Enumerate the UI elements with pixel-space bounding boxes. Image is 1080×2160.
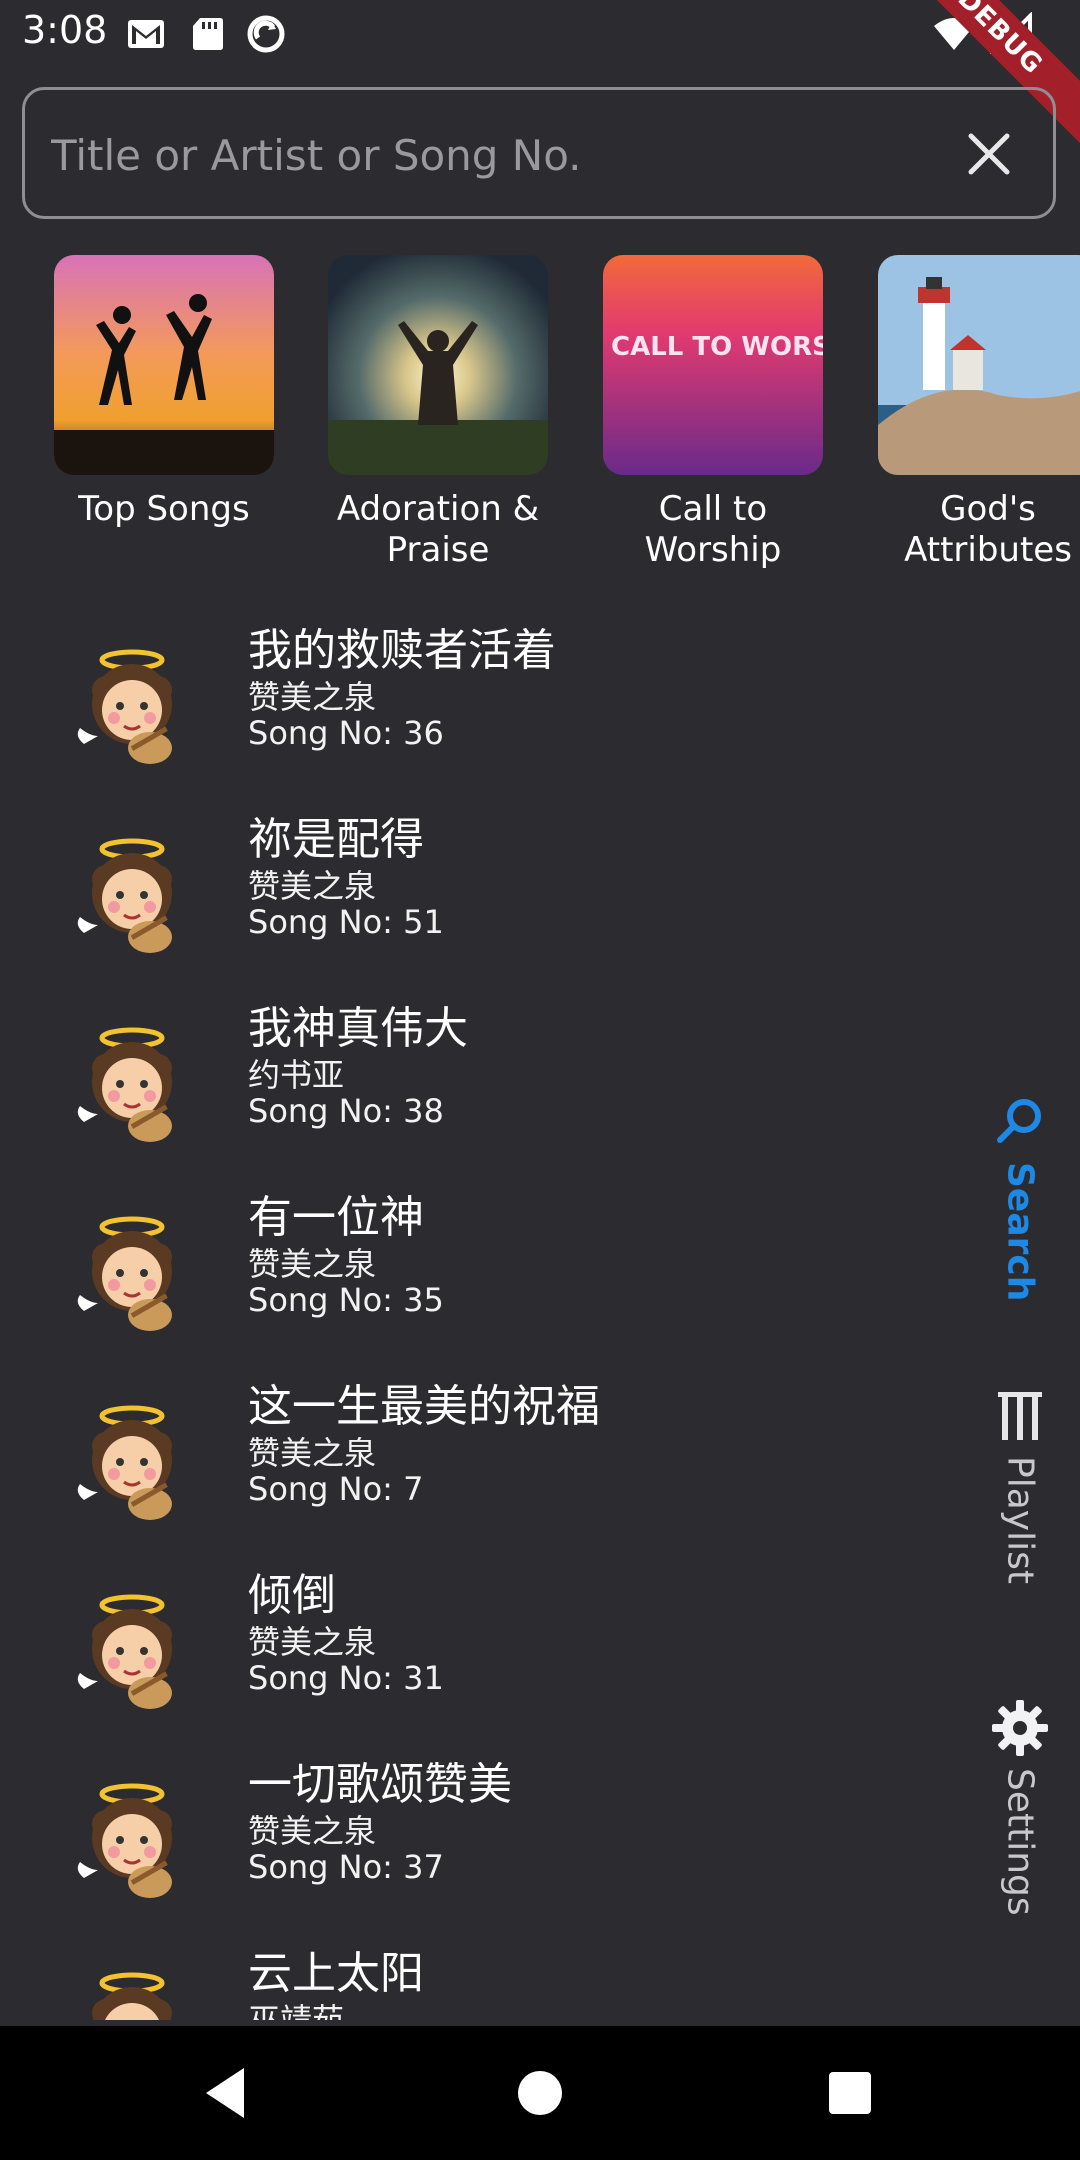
song-list-item[interactable]: 我神真伟大 约书亚 Song No: 38 <box>0 978 960 1166</box>
android-navigation-bar <box>0 2026 1080 2160</box>
category-image-adoration <box>328 255 548 475</box>
category-label: Adoration & Praise <box>336 489 540 570</box>
song-avatar <box>70 1963 200 2020</box>
song-list-item[interactable]: 祢是配得 赞美之泉 Song No: 51 <box>0 789 960 977</box>
song-title: 一切歌颂赞美 <box>248 1759 512 1810</box>
category-image-lighthouse <box>878 255 1080 475</box>
song-list-item[interactable]: 我的救赎者活着 赞美之泉 Song No: 36 <box>0 600 960 788</box>
song-artist: 赞美之泉 <box>248 1812 377 1850</box>
nav-label-playlist: Playlist <box>999 1456 1041 1584</box>
nav-item-settings[interactable]: Settings <box>960 1698 1080 1920</box>
nav-rail[interactable]: Search Playlist Settings <box>960 1060 1080 1960</box>
song-title: 云上太阳 <box>248 1948 424 1999</box>
clear-search-icon[interactable] <box>953 118 1025 190</box>
search-input[interactable] <box>49 118 953 192</box>
sd-card-icon <box>193 18 223 50</box>
search-icon <box>997 1099 1041 1143</box>
category-carousel[interactable]: Top Songs Adoration & Praise CALL TO WOR… <box>0 250 1080 580</box>
song-number: Song No: 31 <box>248 1659 444 1697</box>
song-artist: 赞美之泉 <box>248 678 377 716</box>
back-icon[interactable] <box>192 2058 262 2128</box>
song-list-item[interactable]: 这一生最美的祝福 赞美之泉 Song No: 7 <box>0 1356 960 1544</box>
category-art-text: THE CALL TO WORSHIP <box>603 332 823 362</box>
song-title: 祢是配得 <box>248 814 424 865</box>
song-avatar <box>70 1018 200 1148</box>
song-number: Song No: 51 <box>248 903 444 941</box>
song-artist: 巫靖茹 <box>248 2001 345 2020</box>
category-image-top-songs <box>54 255 274 475</box>
song-title: 这一生最美的祝福 <box>248 1381 600 1432</box>
song-artist: 赞美之泉 <box>248 1623 377 1661</box>
category-adoration-praise[interactable]: Adoration & Praise <box>318 250 558 571</box>
category-label: Call to Worship <box>644 489 782 570</box>
status-time: 3:08 <box>22 8 108 52</box>
song-title: 倾倒 <box>248 1570 336 1621</box>
playlist-icon <box>998 1392 1042 1440</box>
song-title: 我的救赎者活着 <box>248 625 556 676</box>
song-list-item[interactable]: 倾倒 赞美之泉 Song No: 31 <box>0 1545 960 1733</box>
gmail-icon <box>128 20 164 48</box>
song-number: Song No: 37 <box>248 1848 444 1886</box>
nav-item-search[interactable]: Search <box>960 1092 1080 1305</box>
nav-label-search: Search <box>999 1162 1041 1302</box>
song-artist: 赞美之泉 <box>248 867 377 905</box>
song-number: Song No: 35 <box>248 1281 444 1319</box>
song-avatar <box>70 1585 200 1715</box>
song-avatar <box>70 1774 200 1904</box>
song-avatar <box>70 640 200 770</box>
category-label: Top Songs <box>78 489 250 529</box>
song-list-item[interactable]: 有一位神 赞美之泉 Song No: 35 <box>0 1167 960 1355</box>
category-label: God's Attributes <box>904 489 1072 570</box>
song-artist: 赞美之泉 <box>248 1245 377 1283</box>
home-icon[interactable] <box>505 2058 575 2128</box>
song-number: Song No: 7 <box>248 1470 424 1508</box>
status-bar: 3:08 <box>0 0 1080 68</box>
song-avatar <box>70 1207 200 1337</box>
recents-icon[interactable] <box>815 2058 885 2128</box>
sync-icon <box>247 15 285 53</box>
song-avatar <box>70 829 200 959</box>
nav-label-settings: Settings <box>999 1768 1041 1916</box>
song-avatar <box>70 1396 200 1526</box>
song-title: 我神真伟大 <box>248 1003 468 1054</box>
song-number: Song No: 38 <box>248 1092 444 1130</box>
category-image-call-to-worship: THE CALL TO WORSHIP <box>603 255 823 475</box>
song-list-item[interactable]: 一切歌颂赞美 赞美之泉 Song No: 37 <box>0 1734 960 1922</box>
song-artist: 赞美之泉 <box>248 1434 377 1472</box>
song-artist: 约书亚 <box>248 1056 345 1094</box>
song-number: Song No: 36 <box>248 714 444 752</box>
nav-item-playlist[interactable]: Playlist <box>960 1386 1080 1588</box>
song-list-item[interactable]: 云上太阳 巫靖茹 <box>0 1923 960 2020</box>
song-title: 有一位神 <box>248 1192 424 1243</box>
category-call-to-worship[interactable]: THE CALL TO WORSHIP Call to Worship <box>593 250 833 571</box>
song-list[interactable]: 我的救赎者活着 赞美之泉 Song No: 36 祢是配得 赞美之泉 Song … <box>0 600 960 2020</box>
gear-icon <box>992 1700 1048 1756</box>
category-gods-attributes[interactable]: God's Attributes <box>868 250 1080 571</box>
search-field[interactable] <box>22 87 1056 219</box>
category-top-songs[interactable]: Top Songs <box>44 250 284 530</box>
